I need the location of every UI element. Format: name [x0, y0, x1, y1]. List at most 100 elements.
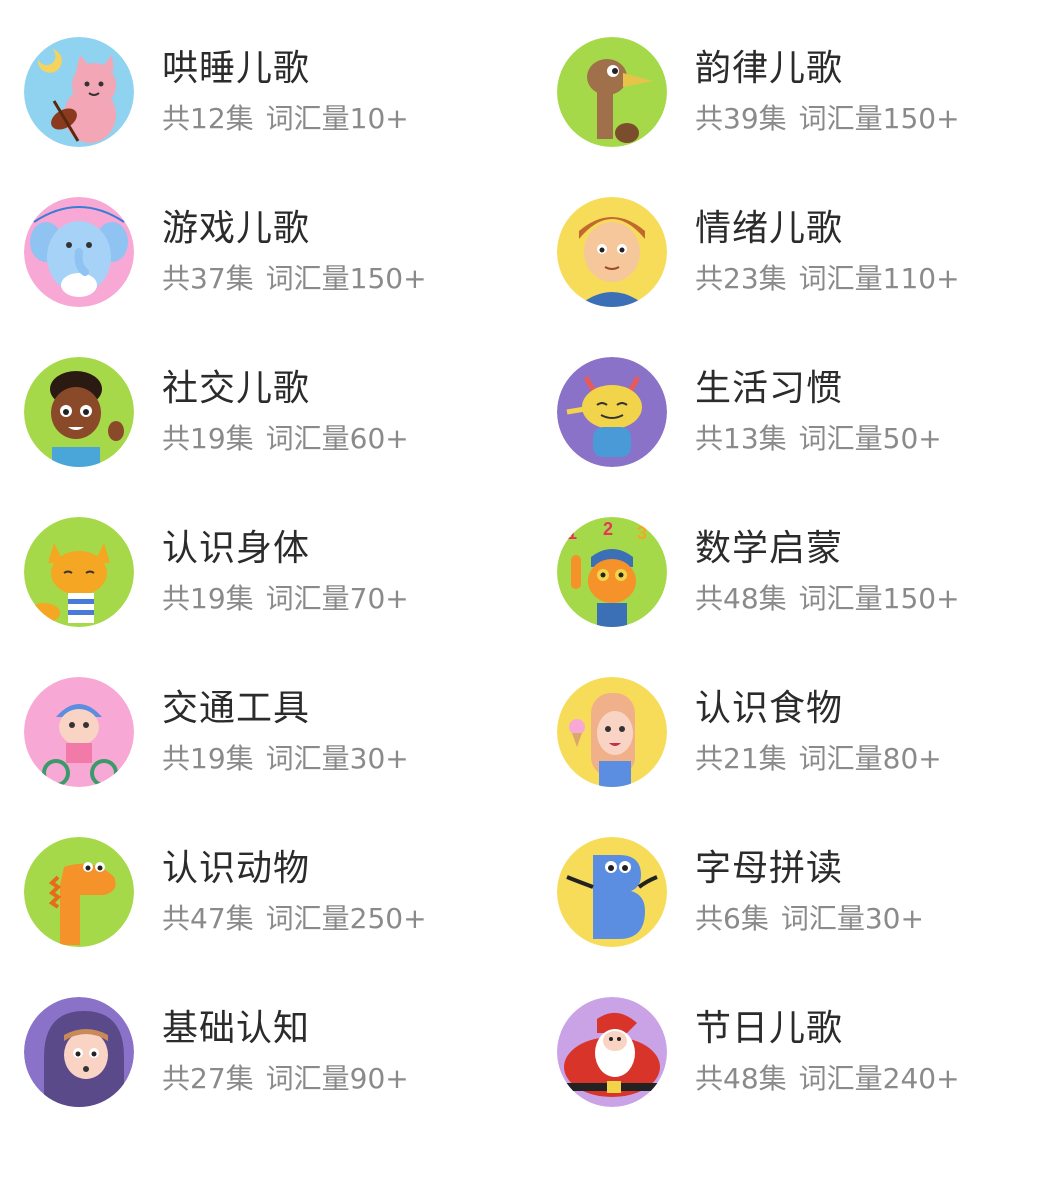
letter-b-icon: [557, 837, 667, 947]
episode-count: 共27集: [162, 1062, 254, 1095]
episode-count: 共6集: [695, 902, 769, 935]
number-2-label: 2: [603, 519, 613, 539]
category-meta: 共47集 词汇量250+: [162, 901, 427, 937]
vocab-count: 词汇量30+: [780, 902, 924, 935]
episode-count: 共39集: [695, 102, 787, 135]
category-meta: 共19集 词汇量30+: [162, 741, 409, 777]
vocab-count: 词汇量240+: [798, 1062, 960, 1095]
number-1-label: 1: [567, 523, 577, 543]
category-title: 情绪儿歌: [695, 208, 844, 249]
cyclist-icon: [24, 677, 134, 787]
category-meta: 共12集 词汇量10+: [162, 101, 409, 137]
girl-icecream-icon: [557, 677, 667, 787]
vocab-count: 词汇量110+: [798, 262, 960, 295]
category-text: 生活习惯 共13集 词汇量50+: [695, 367, 942, 457]
category-item-phonics[interactable]: 字母拼读 共6集 词汇量30+: [557, 830, 1034, 954]
category-item-cognition[interactable]: 基础认知 共27集 词汇量90+: [24, 990, 557, 1114]
episode-count: 共19集: [162, 742, 254, 775]
category-item-game[interactable]: 游戏儿歌 共37集 词汇量150+: [24, 190, 557, 314]
vocab-count: 词汇量50+: [798, 422, 942, 455]
category-title: 字母拼读: [695, 848, 844, 889]
category-item-social[interactable]: 社交儿歌 共19集 词汇量60+: [24, 350, 557, 474]
category-item-food[interactable]: 认识食物 共21集 词汇量80+: [557, 670, 1034, 794]
category-text: 认识食物 共21集 词汇量80+: [695, 687, 942, 777]
category-meta: 共6集 词汇量30+: [695, 901, 924, 937]
episode-count: 共47集: [162, 902, 254, 935]
monster-icon: [557, 357, 667, 467]
vocab-count: 词汇量150+: [798, 582, 960, 615]
category-item-festival[interactable]: 节日儿歌 共48集 词汇量240+: [557, 990, 1034, 1114]
category-item-animals[interactable]: 认识动物 共47集 词汇量250+: [24, 830, 557, 954]
category-text: 社交儿歌 共19集 词汇量60+: [162, 367, 409, 457]
vocab-count: 词汇量30+: [265, 742, 409, 775]
category-title: 游戏儿歌: [162, 208, 311, 249]
category-text: 数学启蒙 共48集 词汇量150+: [695, 527, 960, 617]
vocab-count: 词汇量150+: [798, 102, 960, 135]
category-item-habits[interactable]: 生活习惯 共13集 词汇量50+: [557, 350, 1034, 474]
category-title: 生活习惯: [695, 368, 844, 409]
song-category-page: 哄睡儿歌 共12集 词汇量10+ 韵律儿歌 共39集 词汇量150+ 游戏儿歌 …: [0, 0, 1059, 1194]
category-meta: 共48集 词汇量240+: [695, 1061, 960, 1097]
category-meta: 共39集 词汇量150+: [695, 101, 960, 137]
category-meta: 共21集 词汇量80+: [695, 741, 942, 777]
category-item-body[interactable]: 认识身体 共19集 词汇量70+: [24, 510, 557, 634]
category-item-lullaby[interactable]: 哄睡儿歌 共12集 词汇量10+: [24, 30, 557, 154]
kid-waving-icon: [24, 357, 134, 467]
category-meta: 共37集 词汇量150+: [162, 261, 427, 297]
category-text: 基础认知 共27集 词汇量90+: [162, 1007, 409, 1097]
episode-count: 共21集: [695, 742, 787, 775]
category-title: 认识动物: [162, 848, 311, 889]
category-meta: 共19集 词汇量70+: [162, 581, 409, 617]
category-title: 哄睡儿歌: [162, 48, 311, 89]
episode-count: 共13集: [695, 422, 787, 455]
category-title: 数学启蒙: [695, 528, 844, 569]
vocab-count: 词汇量250+: [265, 902, 427, 935]
category-title: 韵律儿歌: [695, 48, 844, 89]
vocab-count: 词汇量150+: [265, 262, 427, 295]
category-text: 节日儿歌 共48集 词汇量240+: [695, 1007, 960, 1097]
category-grid: 哄睡儿歌 共12集 词汇量10+ 韵律儿歌 共39集 词汇量150+ 游戏儿歌 …: [24, 30, 1034, 1150]
category-text: 交通工具 共19集 词汇量30+: [162, 687, 409, 777]
category-meta: 共27集 词汇量90+: [162, 1061, 409, 1097]
category-title: 社交儿歌: [162, 368, 311, 409]
category-item-rhythm[interactable]: 韵律儿歌 共39集 词汇量150+: [557, 30, 1034, 154]
episode-count: 共48集: [695, 582, 787, 615]
ostrich-icon: [557, 37, 667, 147]
category-title: 交通工具: [162, 688, 311, 729]
episode-count: 共19集: [162, 582, 254, 615]
episode-count: 共12集: [162, 102, 254, 135]
category-text: 情绪儿歌 共23集 词汇量110+: [695, 207, 960, 297]
santa-icon: [557, 997, 667, 1107]
category-title: 基础认知: [162, 1008, 311, 1049]
category-title: 节日儿歌: [695, 1008, 844, 1049]
fox-icon: [24, 517, 134, 627]
elephant-icon: [24, 197, 134, 307]
episode-count: 共23集: [695, 262, 787, 295]
vocab-count: 词汇量80+: [798, 742, 942, 775]
number-3-label: 3: [637, 523, 647, 543]
category-text: 游戏儿歌 共37集 词汇量150+: [162, 207, 427, 297]
episode-count: 共19集: [162, 422, 254, 455]
category-text: 认识动物 共47集 词汇量250+: [162, 847, 427, 937]
category-meta: 共13集 词汇量50+: [695, 421, 942, 457]
category-text: 哄睡儿歌 共12集 词汇量10+: [162, 47, 409, 137]
hooded-girl-icon: [24, 997, 134, 1107]
category-item-vehicles[interactable]: 交通工具 共19集 词汇量30+: [24, 670, 557, 794]
episode-count: 共37集: [162, 262, 254, 295]
category-meta: 共23集 词汇量110+: [695, 261, 960, 297]
vocab-count: 词汇量90+: [265, 1062, 409, 1095]
vocab-count: 词汇量70+: [265, 582, 409, 615]
category-item-math[interactable]: 1 2 3 数学启蒙 共48集 词汇量150+: [557, 510, 1034, 634]
vocab-count: 词汇量60+: [265, 422, 409, 455]
category-title: 认识身体: [162, 528, 311, 569]
dinosaur-icon: [24, 837, 134, 947]
category-text: 认识身体 共19集 词汇量70+: [162, 527, 409, 617]
episode-count: 共48集: [695, 1062, 787, 1095]
category-meta: 共48集 词汇量150+: [695, 581, 960, 617]
category-text: 韵律儿歌 共39集 词汇量150+: [695, 47, 960, 137]
category-title: 认识食物: [695, 688, 844, 729]
category-item-emotion[interactable]: 情绪儿歌 共23集 词汇量110+: [557, 190, 1034, 314]
category-meta: 共19集 词汇量60+: [162, 421, 409, 457]
boy-icon: [557, 197, 667, 307]
category-text: 字母拼读 共6集 词汇量30+: [695, 847, 924, 937]
